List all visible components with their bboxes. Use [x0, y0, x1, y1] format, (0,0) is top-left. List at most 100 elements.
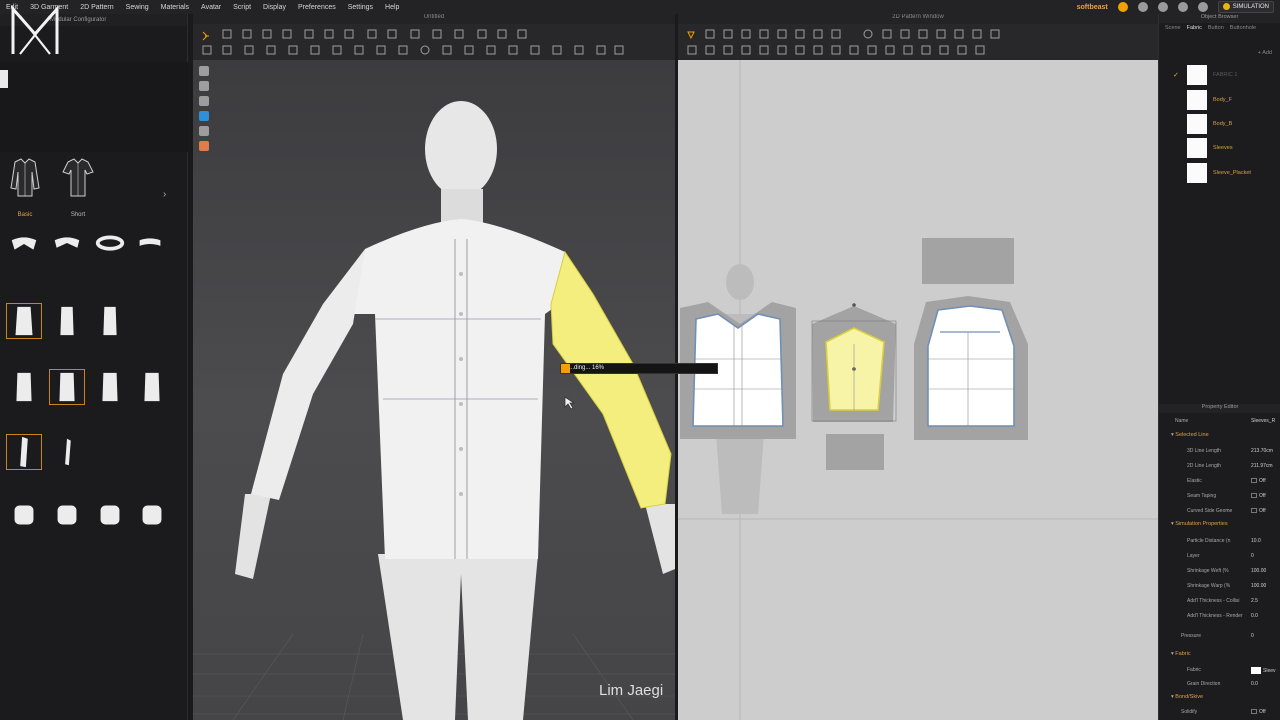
property-value[interactable]: 0	[1251, 553, 1254, 559]
property-toggle[interactable]: Off	[1251, 508, 1266, 514]
pattern-cuff[interactable]	[826, 434, 884, 470]
property-value[interactable]: 100.00	[1251, 568, 1266, 574]
menu-sewing[interactable]: Sewing	[120, 4, 155, 11]
section-bond-skive[interactable]: Bond/Skive	[1171, 694, 1203, 700]
property-value[interactable]: 0.0	[1251, 681, 1258, 687]
block-thumb-cuff-3[interactable]	[92, 497, 128, 533]
property-label: Name	[1175, 418, 1189, 424]
section-fabric[interactable]: Fabric	[1171, 651, 1190, 657]
property-value[interactable]: 0	[1251, 633, 1254, 639]
property-value[interactable]: Sleeves_R	[1251, 418, 1275, 424]
block-thumb-sleeve-2[interactable]	[49, 434, 85, 470]
block-thumb-collar-1[interactable]	[6, 226, 42, 262]
section-selected-line[interactable]: Selected Line	[1171, 432, 1208, 438]
menu-settings[interactable]: Settings	[342, 4, 379, 11]
property-row: Pressure 0	[1159, 631, 1280, 643]
tab-button[interactable]: Button	[1208, 25, 1224, 31]
fabric-item[interactable]: Body_B	[1171, 113, 1279, 135]
property-value[interactable]: 100.00	[1251, 583, 1266, 589]
block-tab-basic[interactable]: Basic	[5, 154, 45, 218]
menu-2d-pattern[interactable]: 2D Pattern	[74, 4, 119, 11]
property-toggle[interactable]: Off	[1251, 478, 1266, 484]
2d-pattern-window[interactable]: 2D Pattern Window	[678, 14, 1158, 720]
menu-preferences[interactable]: Preferences	[292, 4, 342, 11]
property-toggle[interactable]: Off	[1251, 493, 1266, 499]
block-thumb-body-4[interactable]	[6, 369, 42, 405]
add-fabric-button[interactable]: + Add	[1258, 50, 1272, 56]
fabric-name: Body_F	[1213, 97, 1232, 103]
fabric-item[interactable]: Body_F	[1171, 89, 1279, 111]
fabric-swatch	[1187, 114, 1207, 134]
fabric-name: FABRIC 1	[1213, 72, 1238, 78]
toggle-value: Off	[1259, 493, 1266, 499]
fabric-swatch	[1187, 65, 1207, 85]
shirt-body-icon	[144, 372, 160, 402]
block-thumb-cuff-4[interactable]	[134, 497, 170, 533]
menu-bar: Edit 3D Garment 2D Pattern Sewing Materi…	[0, 0, 1280, 14]
fabric-item[interactable]: ✓ FABRIC 1	[1171, 64, 1279, 86]
property-row: Add'l Thickness - Render 0.0	[1159, 611, 1280, 623]
pattern-yoke[interactable]	[922, 238, 1014, 284]
property-value[interactable]: 10.0	[1251, 538, 1261, 544]
gear-icon[interactable]	[1157, 2, 1168, 12]
block-thumb-body-2[interactable]	[49, 303, 85, 339]
collar-icon	[139, 238, 161, 246]
block-preview	[0, 62, 188, 152]
notification-icon[interactable]	[1197, 2, 1208, 12]
property-value[interactable]: 213.70cm	[1251, 448, 1273, 454]
block-thumb-cuff-1[interactable]	[6, 497, 42, 533]
toggle-value: Off	[1259, 709, 1266, 715]
cuff-icon	[14, 505, 34, 525]
property-toggle[interactable]: Off	[1251, 709, 1266, 715]
help-icon[interactable]	[1177, 2, 1188, 12]
tab-buttonhole[interactable]: Buttonhole	[1230, 25, 1256, 31]
menu-materials[interactable]: Materials	[155, 4, 195, 11]
sleeve-icon	[20, 436, 28, 468]
property-row: 2D Line Length 211.97cm	[1159, 461, 1280, 473]
cuff-icon	[57, 505, 77, 525]
menu-help[interactable]: Help	[379, 4, 405, 11]
menu-display[interactable]: Display	[257, 4, 292, 11]
pattern-body-back[interactable]	[914, 296, 1028, 440]
block-thumb-body-6[interactable]	[92, 369, 128, 405]
block-thumb-collar-2[interactable]	[49, 226, 85, 262]
menu-script[interactable]: Script	[227, 4, 257, 11]
block-thumb-sleeve-1[interactable]	[6, 434, 42, 470]
volume-icon[interactable]	[1137, 2, 1148, 12]
toggle-icon	[1251, 508, 1257, 514]
property-value[interactable]: 0.0	[1251, 613, 1258, 619]
mouse-cursor-icon	[564, 396, 576, 410]
tab-fabric[interactable]: Fabric	[1187, 25, 1202, 31]
block-thumb-collar-4[interactable]	[132, 226, 168, 262]
block-thumb-body-5[interactable]	[49, 369, 85, 405]
block-thumb-body-3[interactable]	[92, 303, 128, 339]
cuff-icon	[142, 505, 162, 525]
property-label: Curved Side Geome	[1187, 508, 1233, 514]
shirt-body-icon	[16, 372, 32, 402]
toggle-value: Off	[1259, 508, 1266, 514]
block-thumb-body-7[interactable]	[134, 369, 170, 405]
property-value[interactable]: Sleev	[1251, 667, 1276, 674]
property-editor: Property Editor Name Sleeves_R Selected …	[1159, 404, 1280, 715]
chevron-right-icon[interactable]: ›	[163, 189, 166, 200]
property-row: Curved Side Geome Off	[1159, 506, 1280, 518]
username[interactable]: softbeast	[1077, 4, 1108, 11]
section-simulation-properties[interactable]: Simulation Properties	[1171, 521, 1227, 527]
block-thumb-collar-3[interactable]	[92, 226, 128, 262]
cloud-icon[interactable]	[1117, 2, 1128, 12]
block-tab-short[interactable]: Short	[58, 154, 98, 218]
tab-scene[interactable]: Scene	[1165, 25, 1181, 31]
simulation-button[interactable]: SIMULATION	[1217, 1, 1274, 13]
fabric-item[interactable]: Sleeve_Placket	[1171, 162, 1279, 184]
menu-avatar[interactable]: Avatar	[195, 4, 227, 11]
loading-progress: ...ding... 16%	[560, 363, 718, 374]
simulation-icon	[1222, 3, 1230, 11]
block-thumb-body-1[interactable]	[6, 303, 42, 339]
fabric-item[interactable]: Sleeves	[1171, 137, 1279, 159]
property-label: Add'l Thickness - Collisi	[1187, 598, 1240, 604]
property-value[interactable]: 211.97cm	[1251, 463, 1273, 469]
property-value[interactable]: 2.5	[1251, 598, 1258, 604]
block-thumb-cuff-2[interactable]	[49, 497, 85, 533]
shirt-garment[interactable]	[251, 219, 672, 559]
pattern-sleeve[interactable]	[811, 303, 897, 422]
